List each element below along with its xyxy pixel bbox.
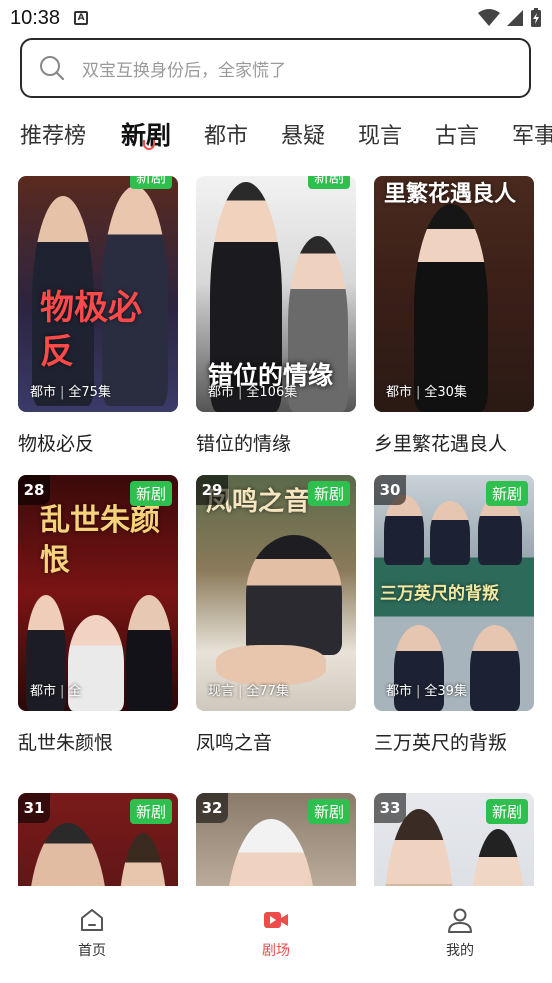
new-badge: 新剧 [129,799,172,824]
tab-mystery[interactable]: 悬疑 [281,118,325,150]
drama-poster: 乱世朱颜恨 28 新剧 都市 | 全 [18,475,178,711]
drama-meta: 都市 | 全30集 [386,385,467,400]
drama-title: 乱世朱颜恨 [18,732,114,754]
drama-poster: 32 新剧 [196,793,356,886]
drama-title: 乡里繁花遇良人 [374,433,508,455]
new-badge: 新剧 [307,176,350,189]
drama-poster: 错位的情缘 新剧 都市 | 全106集 [196,176,356,412]
status-icons [478,8,542,28]
drama-title: 三万英尺的背叛 [374,732,508,754]
drama-meta: 都市 | 全39集 [386,684,467,699]
drama-poster: 33 新剧 [374,793,534,886]
nav-theater[interactable]: 剧场 [236,906,316,960]
nav-mine[interactable]: 我的 [420,906,500,960]
new-badge: 新剧 [129,176,172,189]
wifi-icon [478,9,500,26]
tab-recommend[interactable]: 推荐榜 [20,118,86,150]
status-bar: 10:38 A [0,0,552,36]
drama-poster: 里繁花遇良人 都市 | 全30集 [374,176,534,412]
new-badge: 新剧 [307,481,350,506]
new-badge: 新剧 [307,799,350,824]
drama-poster: 三万英尺的背叛 30 新剧 都市 | 全39集 [374,475,534,711]
nav-label: 首页 [78,943,106,959]
tab-modern-romance[interactable]: 现言 [358,118,402,150]
drama-meta: 都市 | 全 [30,684,82,699]
drama-title: 凤鸣之音 [196,732,273,754]
home-icon [81,909,103,931]
drama-card[interactable]: 凤鸣之音 29 新剧 现言 | 全77集 凤鸣之音 [196,475,356,755]
bottom-nav: 首页 剧场 我的 [0,886,552,983]
rank-badge: 30 [374,475,406,505]
drama-poster: 物极必反 新剧 都市 | 全75集 [18,176,178,412]
category-tabs: 推荐榜 新剧 都市 悬疑 现言 古言 军事 [0,110,552,162]
drama-card[interactable]: 里繁花遇良人 都市 | 全30集 乡里繁花遇良人 [374,176,534,456]
drama-meta: 现言 | 全77集 [208,684,289,699]
rank-badge: 29 [196,475,228,505]
drama-card[interactable]: 物极必反 新剧 都市 | 全75集 物极必反 [18,176,178,456]
drama-meta: 都市 | 全75集 [30,385,111,400]
search-placeholder: 双宝互换身份后，全家慌了 [82,60,286,81]
drama-card[interactable]: 33 新剧 [374,793,534,886]
tab-ancient-romance[interactable]: 古言 [435,118,479,150]
drama-title: 错位的情缘 [196,433,292,455]
nav-home[interactable]: 首页 [52,906,132,960]
notification-icon: A [74,11,89,25]
drama-card[interactable]: 32 新剧 [196,793,356,886]
drama-title: 物极必反 [18,433,95,455]
video-icon [264,912,288,928]
drama-card[interactable]: 错位的情缘 新剧 都市 | 全106集 错位的情缘 [196,176,356,456]
drama-card[interactable]: 乱世朱颜恨 28 新剧 都市 | 全 乱世朱颜恨 [18,475,178,755]
rank-badge: 28 [18,475,50,505]
drama-poster: 31 新剧 [18,793,178,886]
nav-label: 剧场 [262,943,290,959]
drama-card[interactable]: 31 新剧 [18,793,178,886]
tab-military[interactable]: 军事 [512,118,552,150]
drama-card[interactable]: 三万英尺的背叛 30 新剧 都市 | 全39集 三万英尺的背叛 [374,475,534,755]
new-badge: 新剧 [485,481,528,506]
tab-urban[interactable]: 都市 [204,118,248,150]
user-icon [448,908,472,933]
battery-icon [531,8,541,27]
search-icon [40,56,65,81]
drama-grid: 物极必反 新剧 都市 | 全75集 物极必反 错位的情缘 新剧 都市 | 全106集 错… [0,176,552,886]
drama-meta: 都市 | 全106集 [208,385,298,400]
nav-label: 我的 [446,943,474,959]
drama-poster: 凤鸣之音 29 新剧 现言 | 全77集 [196,475,356,711]
new-badge: 新剧 [129,481,172,506]
signal-icon [507,10,523,26]
new-badge: 新剧 [485,799,528,824]
search-input[interactable]: 双宝互换身份后，全家慌了 [20,38,531,98]
rank-badge: 32 [196,793,228,823]
rank-badge: 31 [18,793,50,823]
status-time: 10:38 [10,6,61,29]
rank-badge: 33 [374,793,406,823]
